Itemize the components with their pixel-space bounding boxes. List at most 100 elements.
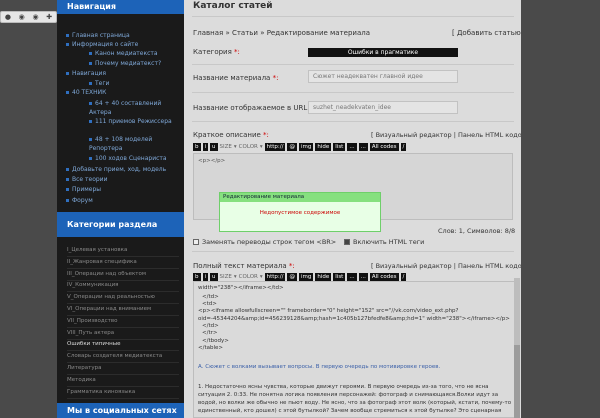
category-select[interactable]: Ошибки в прагматике	[308, 48, 458, 57]
toolbar-button[interactable]: ...	[347, 272, 357, 281]
nav-item[interactable]: Все теории	[66, 176, 107, 183]
article-paragraph: А. Сюжет с волками вызывает вопросы. В п…	[198, 364, 441, 370]
toolbar-button[interactable]: @	[287, 142, 297, 151]
article-paragraph: единственный, кто дошел) с этой бутылкой…	[198, 408, 502, 414]
toolbar-button[interactable]: i	[202, 142, 209, 151]
editor-scrollbar-thumb[interactable]	[514, 345, 520, 418]
nav-item[interactable]: Главная страница	[66, 32, 130, 39]
enable-html-option[interactable]: Включить HTML теги	[344, 238, 424, 246]
nav-item[interactable]: Форум	[66, 197, 93, 204]
article-paragraph: 1. Недостаточно ясны чувства, которые дв…	[198, 384, 489, 390]
toolbar-dropdown[interactable]: COLOR	[239, 274, 258, 280]
category-item[interactable]: VII_Производство	[67, 316, 179, 328]
toolbar-dropdown[interactable]: COLOR	[239, 144, 258, 150]
bullet-icon	[89, 102, 92, 105]
nav-item[interactable]: 40 ТЕХНИК	[66, 89, 106, 96]
url-label: Название отображаемое в URL:	[193, 104, 310, 112]
edit-dialog: Редактирование материала Недопустимое со…	[219, 192, 381, 232]
short-desc-content: <p></p>	[198, 158, 226, 164]
full-code-toolbar: b i u SIZE ▾ COLOR ▾ http://@ img hide list...... A…	[193, 272, 407, 281]
add-article-link[interactable]: [ Добавить статью ]	[452, 29, 526, 37]
bullet-icon	[66, 72, 69, 75]
toolbar-dropdown[interactable]: SIZE	[220, 144, 232, 150]
toolbar-button[interactable]: list	[333, 142, 346, 151]
nav-item[interactable]: 100 ходов Сценариста	[89, 154, 177, 163]
category-item[interactable]: IV_Коммуникация	[67, 280, 179, 293]
nav-item[interactable]: 48 + 108 моделей Репортера	[89, 135, 177, 153]
toolbar-button[interactable]: b	[193, 142, 201, 151]
social-title: Мы в социальных сетях	[57, 403, 184, 418]
toolbar-button[interactable]: /	[400, 142, 407, 151]
nav-item[interactable]: Добавьте прием, ход, модель	[66, 166, 166, 173]
category-item[interactable]: VI_Операции над вниманием	[67, 304, 179, 316]
toolbar-button[interactable]: ...	[358, 142, 368, 151]
nav-item[interactable]: 64 + 40 составлений Актера	[89, 99, 177, 117]
bullet-icon	[89, 52, 92, 55]
name-label: Название материала *:	[193, 74, 279, 82]
category-item[interactable]: II_Жанровая специфика	[67, 257, 179, 269]
toolbar-button[interactable]: @	[287, 272, 297, 281]
category-item[interactable]: VIII_Путь актера	[67, 328, 179, 340]
toolbar-button[interactable]: ...	[347, 142, 357, 151]
sidebar: Навигация Главная страница Информация о с…	[57, 0, 184, 418]
char-stats: Слов: 1, Символов: 8/8	[438, 227, 516, 235]
toolbar-button[interactable]: hide	[315, 272, 332, 281]
toolbar-button[interactable]: All codes	[369, 272, 399, 281]
bullet-icon	[89, 62, 92, 65]
enable-html-checkbox[interactable]	[344, 239, 350, 245]
article-paragraph: ситуация 2. 0:33. Не понятна логика появ…	[198, 392, 499, 398]
puzzle-icon[interactable]: ✚	[46, 13, 52, 21]
category-item[interactable]: Грамматика киноязыка	[67, 387, 179, 399]
category-item[interactable]: I_Целевая установка	[67, 245, 179, 257]
toolbar-button[interactable]: http://	[264, 272, 286, 281]
replace-breaks-option[interactable]: Заменять переводы строк тегом <BR>	[193, 238, 336, 246]
category-item[interactable]: Ошибки типичные	[67, 339, 179, 352]
nav-item[interactable]: Канон медиатекста	[89, 50, 158, 57]
nav-item[interactable]: Примеры	[66, 186, 101, 193]
bullet-icon	[89, 138, 92, 141]
category-item[interactable]: V_Операции над реальностью	[67, 292, 179, 305]
eye-icon[interactable]: ◉	[19, 13, 25, 21]
page-title: Каталог статей	[193, 1, 273, 11]
bullet-icon	[66, 188, 69, 191]
category-item[interactable]: III_Операции над объектом	[67, 269, 179, 281]
name-input[interactable]: Сюжет неадекватен главной идее	[308, 70, 458, 83]
toolbar-button[interactable]: b	[193, 272, 201, 281]
category-item[interactable]: Методика	[67, 375, 179, 387]
replace-breaks-checkbox[interactable]	[193, 239, 199, 245]
nav-item[interactable]: 111 приемов Режиссера	[89, 117, 177, 126]
toolbar-button[interactable]: /	[400, 272, 407, 281]
toolbar-button[interactable]: img	[298, 142, 314, 151]
eye-icon[interactable]: ◉	[32, 13, 38, 21]
code-line: <p><iframe allowfullscreen="" frameborde…	[198, 308, 459, 314]
full-text-textarea[interactable]: width="238"></iframe></td> </td> <td> <p><i…	[193, 281, 515, 418]
toolbar-button[interactable]: ...	[358, 272, 368, 281]
url-input[interactable]: suzhet_neadekvaten_idee	[308, 101, 458, 114]
dot-icon[interactable]: ●	[5, 13, 11, 21]
code-line: </td>	[202, 323, 219, 329]
code-line: </tr>	[202, 330, 218, 336]
category-item[interactable]: Литература	[67, 363, 179, 375]
bullet-icon	[66, 199, 69, 202]
toolbar-button[interactable]: All codes	[369, 142, 399, 151]
nav-item[interactable]: Информация о сайте	[66, 41, 138, 48]
toolbar-button[interactable]: img	[298, 272, 314, 281]
toolbar-button[interactable]: u	[210, 142, 218, 151]
toolbar-button[interactable]: http://	[264, 142, 286, 151]
dialog-title: Редактирование материала	[220, 193, 380, 202]
nav-item[interactable]: Навигация	[66, 70, 106, 77]
toolbar-button[interactable]: u	[210, 272, 218, 281]
short-editor-switch[interactable]: [ Визуальный редактор | Панель HTML кодо…	[371, 131, 530, 139]
bullet-icon	[66, 91, 69, 94]
category-item[interactable]: Словарь создателя медиатекста	[67, 351, 179, 364]
nav-item[interactable]: Почему медиатекст?	[89, 60, 161, 67]
nav-item[interactable]: Теги	[89, 80, 109, 87]
code-line: </td>	[202, 294, 219, 300]
toolbar-button[interactable]: list	[333, 272, 346, 281]
full-editor-switch[interactable]: [ Визуальный редактор | Панель HTML кодо…	[371, 262, 530, 270]
toolbar-button[interactable]: i	[202, 272, 209, 281]
breadcrumb[interactable]: Главная » Статьи » Редактирование матери…	[193, 29, 370, 37]
toolbar-button[interactable]: hide	[315, 142, 332, 151]
bullet-icon	[89, 157, 92, 160]
toolbar-dropdown[interactable]: SIZE	[220, 274, 232, 280]
